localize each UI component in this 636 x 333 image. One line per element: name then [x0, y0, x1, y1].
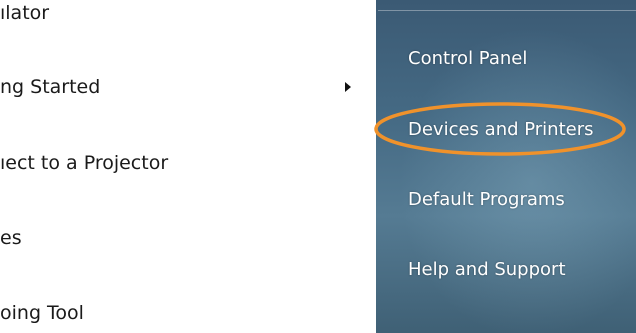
program-item-label: oing Tool: [0, 302, 84, 324]
program-item-label: es: [0, 227, 22, 249]
program-item-getting-started[interactable]: ng Started: [0, 67, 376, 107]
pane-divider: [378, 10, 636, 11]
program-item-snipping-tool[interactable]: oing Tool: [0, 293, 376, 333]
program-item-label: ılator: [0, 2, 50, 24]
chevron-right-icon[interactable]: [345, 82, 351, 92]
link-label: Help and Support: [408, 258, 566, 280]
program-item-notes[interactable]: es: [0, 218, 376, 258]
link-default-programs[interactable]: Default Programs: [408, 181, 565, 217]
link-label: Devices and Printers: [408, 118, 594, 140]
link-help-and-support[interactable]: Help and Support: [408, 251, 566, 287]
link-devices-and-printers[interactable]: Devices and Printers: [408, 111, 594, 147]
link-label: Control Panel: [408, 47, 528, 69]
program-item-connect-to-projector[interactable]: ıect to a Projector: [0, 143, 376, 183]
program-item-label: ıect to a Projector: [0, 152, 169, 174]
link-label: Default Programs: [408, 188, 565, 210]
start-menu: ılator ng Started ıect to a Projector es…: [0, 0, 636, 333]
program-item-calculator[interactable]: ılator: [0, 0, 376, 33]
programs-list: ılator ng Started ıect to a Projector es…: [0, 0, 376, 333]
link-control-panel[interactable]: Control Panel: [408, 40, 527, 76]
program-item-label: ng Started: [0, 76, 101, 98]
